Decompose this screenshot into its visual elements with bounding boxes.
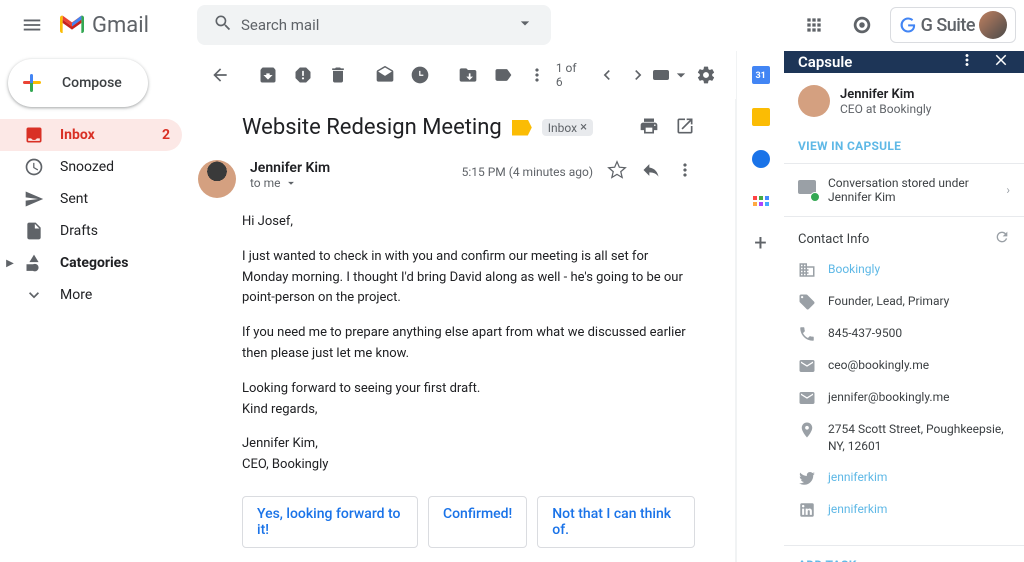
stored-icon [798,180,818,200]
mail-text: Hi Josef, I just wanted to check in with… [242,212,695,476]
sidebar-label: More [60,287,92,303]
search-options-icon[interactable] [507,5,543,45]
sidebar-item-categories[interactable]: Categories [20,247,182,279]
sidebar-label: Drafts [60,223,98,239]
capsule-avatar[interactable] [798,85,830,117]
linkedin-row: jenniferkim [798,501,1010,519]
search-icon[interactable] [205,5,241,45]
addon-plus-icon[interactable]: + [754,231,766,256]
tags-row: Founder, Lead, Primary [798,293,1010,311]
labels-icon[interactable] [486,57,519,93]
compose-button[interactable]: Compose [8,59,148,107]
inbox-count: 2 [162,127,170,143]
mail-body: Website Redesign Meeting Inbox× Jennifer… [190,99,736,562]
recipient[interactable]: to me [250,176,462,190]
sidebar-item-inbox[interactable]: Inbox 2 [0,119,182,151]
mail-subject: Website Redesign Meeting [242,115,502,140]
smart-reply-2[interactable]: Confirmed! [428,496,527,548]
apps-icon[interactable] [794,5,834,45]
reply-icon[interactable] [641,160,661,183]
gsuite-label: G Suite [921,15,975,36]
smart-replies: Yes, looking forward to it! Confirmed! N… [242,496,695,548]
refresh-icon[interactable] [994,229,1010,249]
timestamp: 5:15 PM (4 minutes ago) [462,165,593,179]
sidebar-item-snoozed[interactable]: Snoozed [0,151,182,183]
contact-info-title: Contact Info [798,232,869,247]
page-count: 1 of 6 [556,61,583,89]
search-input[interactable] [241,16,507,34]
settings-icon[interactable] [690,57,722,93]
more-icon[interactable] [521,57,554,93]
twitter-link[interactable]: jenniferkim [828,469,887,486]
top-bar: Gmail G Suite [0,0,1024,51]
tasks-addon-icon[interactable] [749,147,773,171]
delete-icon[interactable] [321,57,354,93]
label-chip[interactable]: Inbox× [542,119,593,136]
chip-remove-icon[interactable]: × [580,120,587,135]
mail-toolbar: 1 of 6 [190,51,736,99]
open-new-icon[interactable] [675,116,695,140]
company-row: Bookingly [798,261,1010,279]
notifications-icon[interactable] [842,5,882,45]
company-link[interactable]: Bookingly [828,261,880,278]
email1-row: ceo@bookingly.me [798,357,1010,375]
address-row: 2754 Scott Street, Poughkeepsie, NY, 126… [798,421,1010,455]
sender-avatar[interactable] [198,160,236,198]
input-tools-icon[interactable] [654,57,690,93]
email2-row: jennifer@bookingly.me [798,389,1010,407]
hamburger-menu-icon[interactable] [8,1,56,49]
capsule-title: Capsule [798,53,852,71]
sidebar-item-sent[interactable]: Sent [0,183,182,215]
next-icon[interactable] [622,57,654,93]
conversation-stored-row[interactable]: Conversation stored under Jennifer Kim › [784,163,1024,216]
capsule-contact-role: CEO at Bookingly [840,102,931,116]
gmail-logo-text: Gmail [92,13,149,38]
sidebar-label: Inbox [60,127,95,143]
avatar[interactable] [979,11,1007,39]
capsule-panel: Capsule Jennifer Kim CEO at Bookingly VI… [784,51,1024,562]
smart-reply-3[interactable]: Not that I can think of. [537,496,695,548]
snooze-icon[interactable] [404,57,437,93]
star-icon[interactable] [607,160,627,183]
prev-icon[interactable] [591,57,623,93]
smart-reply-1[interactable]: Yes, looking forward to it! [242,496,418,548]
archive-icon[interactable] [252,57,285,93]
add-task-link[interactable]: ADD TASK [798,558,1010,562]
spam-icon[interactable] [286,57,319,93]
sidebar-item-drafts[interactable]: Drafts [0,215,182,247]
gsuite-badge[interactable]: G Suite [890,7,1016,43]
gmail-logo[interactable]: Gmail [56,9,149,41]
sidebar-item-more[interactable]: More [0,279,182,311]
linkedin-link[interactable]: jenniferkim [828,501,887,518]
move-icon[interactable] [451,57,484,93]
search-box[interactable] [197,5,551,45]
addon-rail: + [736,51,784,562]
twitter-row: jenniferkim [798,469,1010,487]
print-icon[interactable] [639,116,659,140]
phone-row: 845-437-9500 [798,325,1010,343]
categories-caret-icon[interactable]: ▶ [0,258,20,269]
compose-plus-icon [20,68,50,98]
sidebar-label: Categories [60,255,128,271]
keep-addon-icon[interactable] [749,105,773,129]
mark-unread-icon[interactable] [369,57,402,93]
capsule-addon-icon[interactable] [749,189,773,213]
view-in-capsule-link[interactable]: VIEW IN CAPSULE [784,129,1024,163]
sidebar: Compose Inbox 2 Snoozed Sent Drafts ▶ Ca… [0,51,190,562]
sender-name: Jennifer Kim [250,160,462,176]
chevron-right-icon: › [1006,183,1010,197]
sidebar-label: Sent [60,191,88,207]
capsule-header: Capsule [784,51,1024,73]
capsule-contact-name: Jennifer Kim [840,87,931,102]
important-tag-icon[interactable] [512,120,532,136]
calendar-addon-icon[interactable] [749,63,773,87]
message-more-icon[interactable] [675,160,695,183]
capsule-menu-icon[interactable] [958,51,976,73]
sidebar-label: Snoozed [60,159,114,175]
capsule-close-icon[interactable] [992,51,1010,73]
compose-label: Compose [62,75,122,91]
back-icon[interactable] [204,57,237,93]
